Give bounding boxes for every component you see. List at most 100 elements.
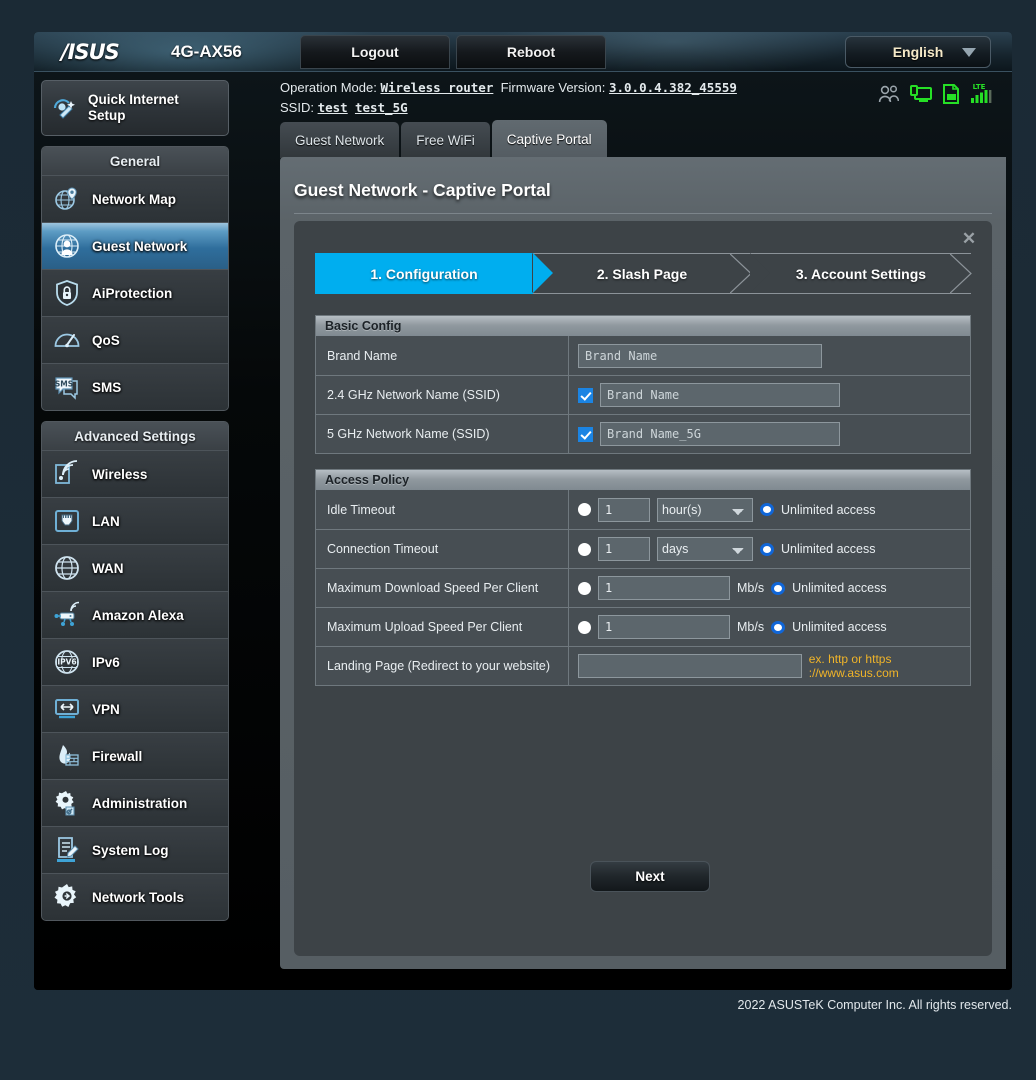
operation-mode-label: Operation Mode: bbox=[280, 80, 377, 95]
close-icon[interactable]: ✕ bbox=[960, 230, 978, 248]
vpn-icon bbox=[55, 699, 79, 719]
sidebar-item-vpn[interactable]: VPN bbox=[42, 685, 228, 732]
max-download-unit-label: Mb/s bbox=[737, 581, 765, 595]
basic-config-table: Brand Name 2.4 GHz Network Name (SSID) bbox=[315, 336, 971, 454]
ssid-5g-input[interactable] bbox=[600, 422, 840, 446]
idle-timeout-unlimited-radio[interactable] bbox=[760, 503, 774, 516]
row-label: Connection Timeout bbox=[316, 530, 569, 568]
table-row: Maximum Upload Speed Per Client Mb/s Unl… bbox=[316, 607, 970, 646]
ssid-24g-input[interactable] bbox=[600, 383, 840, 407]
brand-name-input[interactable] bbox=[578, 343, 822, 368]
step-chevron-outline-icon bbox=[950, 253, 972, 294]
firmware-value[interactable]: 3.0.0.4.382_45559 bbox=[609, 80, 737, 95]
top-bar: /ISUS 4G-AX56 Logout Reboot English bbox=[34, 32, 1012, 72]
ssid-24g-checkbox[interactable] bbox=[578, 387, 593, 403]
sidebar-item-label: Guest Network bbox=[92, 238, 188, 254]
access-policy-table: Idle Timeout hour(s) Unlimited access bbox=[315, 490, 971, 686]
max-upload-unit-label: Mb/s bbox=[737, 620, 765, 634]
qis-label-line2: Setup bbox=[88, 108, 126, 123]
unlimited-access-label: Unlimited access bbox=[781, 502, 876, 517]
landing-page-hint: ex. http or https ://www.asus.com bbox=[808, 652, 899, 680]
tab-free-wifi[interactable]: Free WiFi bbox=[401, 122, 490, 158]
sidebar-item-network-map[interactable]: Network Map bbox=[42, 175, 228, 222]
unlimited-access-label: Unlimited access bbox=[792, 620, 887, 634]
sidebar-item-label: Network Tools bbox=[92, 889, 185, 905]
network-map-icon bbox=[55, 187, 77, 210]
sidebar-item-ipv6[interactable]: IPV6 IPv6 bbox=[42, 638, 228, 685]
sidebar-item-label: AiProtection bbox=[92, 285, 173, 301]
max-download-value-radio[interactable] bbox=[578, 581, 591, 595]
clients-icon[interactable] bbox=[878, 84, 900, 104]
row-value bbox=[569, 376, 970, 414]
landing-page-input[interactable] bbox=[578, 654, 802, 678]
ipv6-icon: IPV6 bbox=[55, 650, 79, 674]
sidebar-item-aiprotection[interactable]: AiProtection bbox=[42, 269, 228, 316]
sidebar-item-network-tools[interactable]: Network Tools bbox=[42, 873, 228, 920]
info-line-1: Operation Mode: Wireless router Firmware… bbox=[280, 78, 737, 98]
system-log-icon bbox=[57, 837, 79, 862]
title-divider bbox=[294, 213, 992, 214]
svg-text:LTE: LTE bbox=[973, 83, 986, 91]
language-selector[interactable]: English bbox=[845, 36, 991, 68]
ssid-value-24g[interactable]: test bbox=[318, 100, 348, 115]
sidebar-item-amazon-alexa[interactable]: Amazon Alexa bbox=[42, 591, 228, 638]
max-upload-value-radio[interactable] bbox=[578, 620, 591, 634]
footer-copyright: 2022 ASUSTeK Computer Inc. All rights re… bbox=[737, 998, 1012, 1012]
connection-timeout-unit-select[interactable]: days bbox=[657, 537, 753, 561]
sidebar-item-administration[interactable]: Administration bbox=[42, 779, 228, 826]
sidebar-group-general-header: General bbox=[42, 147, 228, 175]
sidebar-item-label: Wireless bbox=[92, 466, 148, 482]
sidebar-item-label: VPN bbox=[92, 701, 120, 717]
connection-timeout-value-radio[interactable] bbox=[578, 542, 591, 556]
row-label: 5 GHz Network Name (SSID) bbox=[316, 415, 569, 453]
tab-captive-portal[interactable]: Captive Portal bbox=[491, 120, 607, 158]
guest-network-icon bbox=[55, 234, 79, 258]
operation-mode-value[interactable]: Wireless router bbox=[380, 80, 493, 95]
status-icon-group: LTE bbox=[878, 82, 992, 104]
wizard-step-label: 2. Slash Page bbox=[596, 265, 688, 282]
lte-signal-icon[interactable]: LTE bbox=[970, 82, 992, 104]
sidebar-item-qos[interactable]: QoS bbox=[42, 316, 228, 363]
usb-icon[interactable] bbox=[910, 84, 932, 104]
sidebar-item-sms[interactable]: SMS SMS bbox=[42, 363, 228, 410]
sidebar-item-guest-network[interactable]: Guest Network bbox=[42, 222, 228, 269]
sidebar-item-firewall[interactable]: Firewall bbox=[42, 732, 228, 779]
logout-button[interactable]: Logout bbox=[300, 35, 450, 69]
idle-timeout-unit-select[interactable]: hour(s) bbox=[657, 497, 753, 522]
reboot-button[interactable]: Reboot bbox=[456, 35, 606, 69]
chevron-down-icon bbox=[962, 47, 976, 57]
sidebar-item-wireless[interactable]: Wireless bbox=[42, 450, 228, 497]
idle-timeout-value-radio[interactable] bbox=[578, 503, 591, 516]
max-download-speed-input[interactable] bbox=[598, 576, 730, 600]
basic-config-section: Basic Config Brand Name 2.4 GHz Network … bbox=[315, 315, 971, 454]
max-upload-speed-input[interactable] bbox=[598, 615, 730, 639]
idle-timeout-input[interactable] bbox=[598, 497, 650, 522]
gauge-icon bbox=[54, 333, 80, 348]
ssid-value-5g[interactable]: test_5G bbox=[355, 100, 408, 115]
wizard-step-label: 1. Configuration bbox=[370, 265, 478, 282]
row-value bbox=[569, 336, 970, 375]
sidebar-item-wan[interactable]: WAN bbox=[42, 544, 228, 591]
wizard-steps: 1. Configuration 2. Slash Page 3. Accoun… bbox=[315, 253, 972, 294]
printer-icon[interactable] bbox=[942, 84, 960, 104]
wizard-step-slash-page[interactable]: 2. Slash Page bbox=[532, 253, 752, 294]
access-policy-section: Access Policy Idle Timeout hour(s) bbox=[315, 469, 971, 686]
connection-timeout-unlimited-radio[interactable] bbox=[760, 542, 774, 556]
sidebar-item-label: System Log bbox=[92, 842, 169, 858]
sidebar-item-system-log[interactable]: System Log bbox=[42, 826, 228, 873]
wizard-step-configuration[interactable]: 1. Configuration bbox=[315, 253, 553, 294]
ssid-5g-checkbox[interactable] bbox=[578, 426, 593, 442]
row-label: Landing Page (Redirect to your website) bbox=[316, 647, 569, 685]
connection-timeout-input[interactable] bbox=[598, 537, 650, 561]
sidebar-item-lan[interactable]: LAN bbox=[42, 497, 228, 544]
wizard-step-account-settings[interactable]: 3. Account Settings bbox=[750, 253, 972, 294]
globe-icon bbox=[55, 556, 79, 580]
sidebar-item-quick-internet-setup[interactable]: Quick Internet Setup bbox=[41, 80, 229, 136]
next-button[interactable]: Next bbox=[590, 861, 710, 892]
tab-guest-network[interactable]: Guest Network bbox=[280, 122, 400, 158]
row-label: Idle Timeout bbox=[316, 490, 569, 529]
max-download-unlimited-radio[interactable] bbox=[771, 581, 786, 595]
language-label: English bbox=[892, 44, 944, 60]
sidebar-group-advanced: Advanced Settings Wireless LAN WAN Amazo… bbox=[41, 421, 229, 921]
max-upload-unlimited-radio[interactable] bbox=[771, 620, 786, 634]
